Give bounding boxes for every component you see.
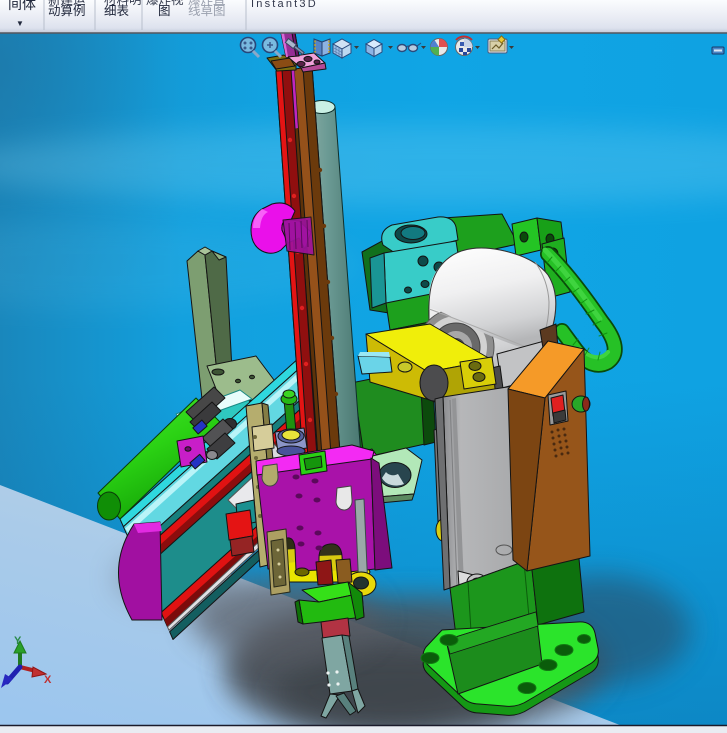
svg-text:新建运: 新建运 — [48, 0, 86, 7]
svg-text:X: X — [44, 674, 52, 686]
svg-text:爆炸直: 爆炸直 — [188, 0, 226, 7]
svg-text:▼: ▼ — [16, 19, 24, 28]
svg-text:Instant3D: Instant3D — [251, 0, 318, 10]
svg-text:爆炸视: 爆炸视 — [146, 0, 184, 7]
svg-text:材料明: 材料明 — [104, 0, 142, 7]
svg-text:Y: Y — [14, 635, 22, 647]
svg-text:间体: 间体 — [8, 0, 36, 12]
